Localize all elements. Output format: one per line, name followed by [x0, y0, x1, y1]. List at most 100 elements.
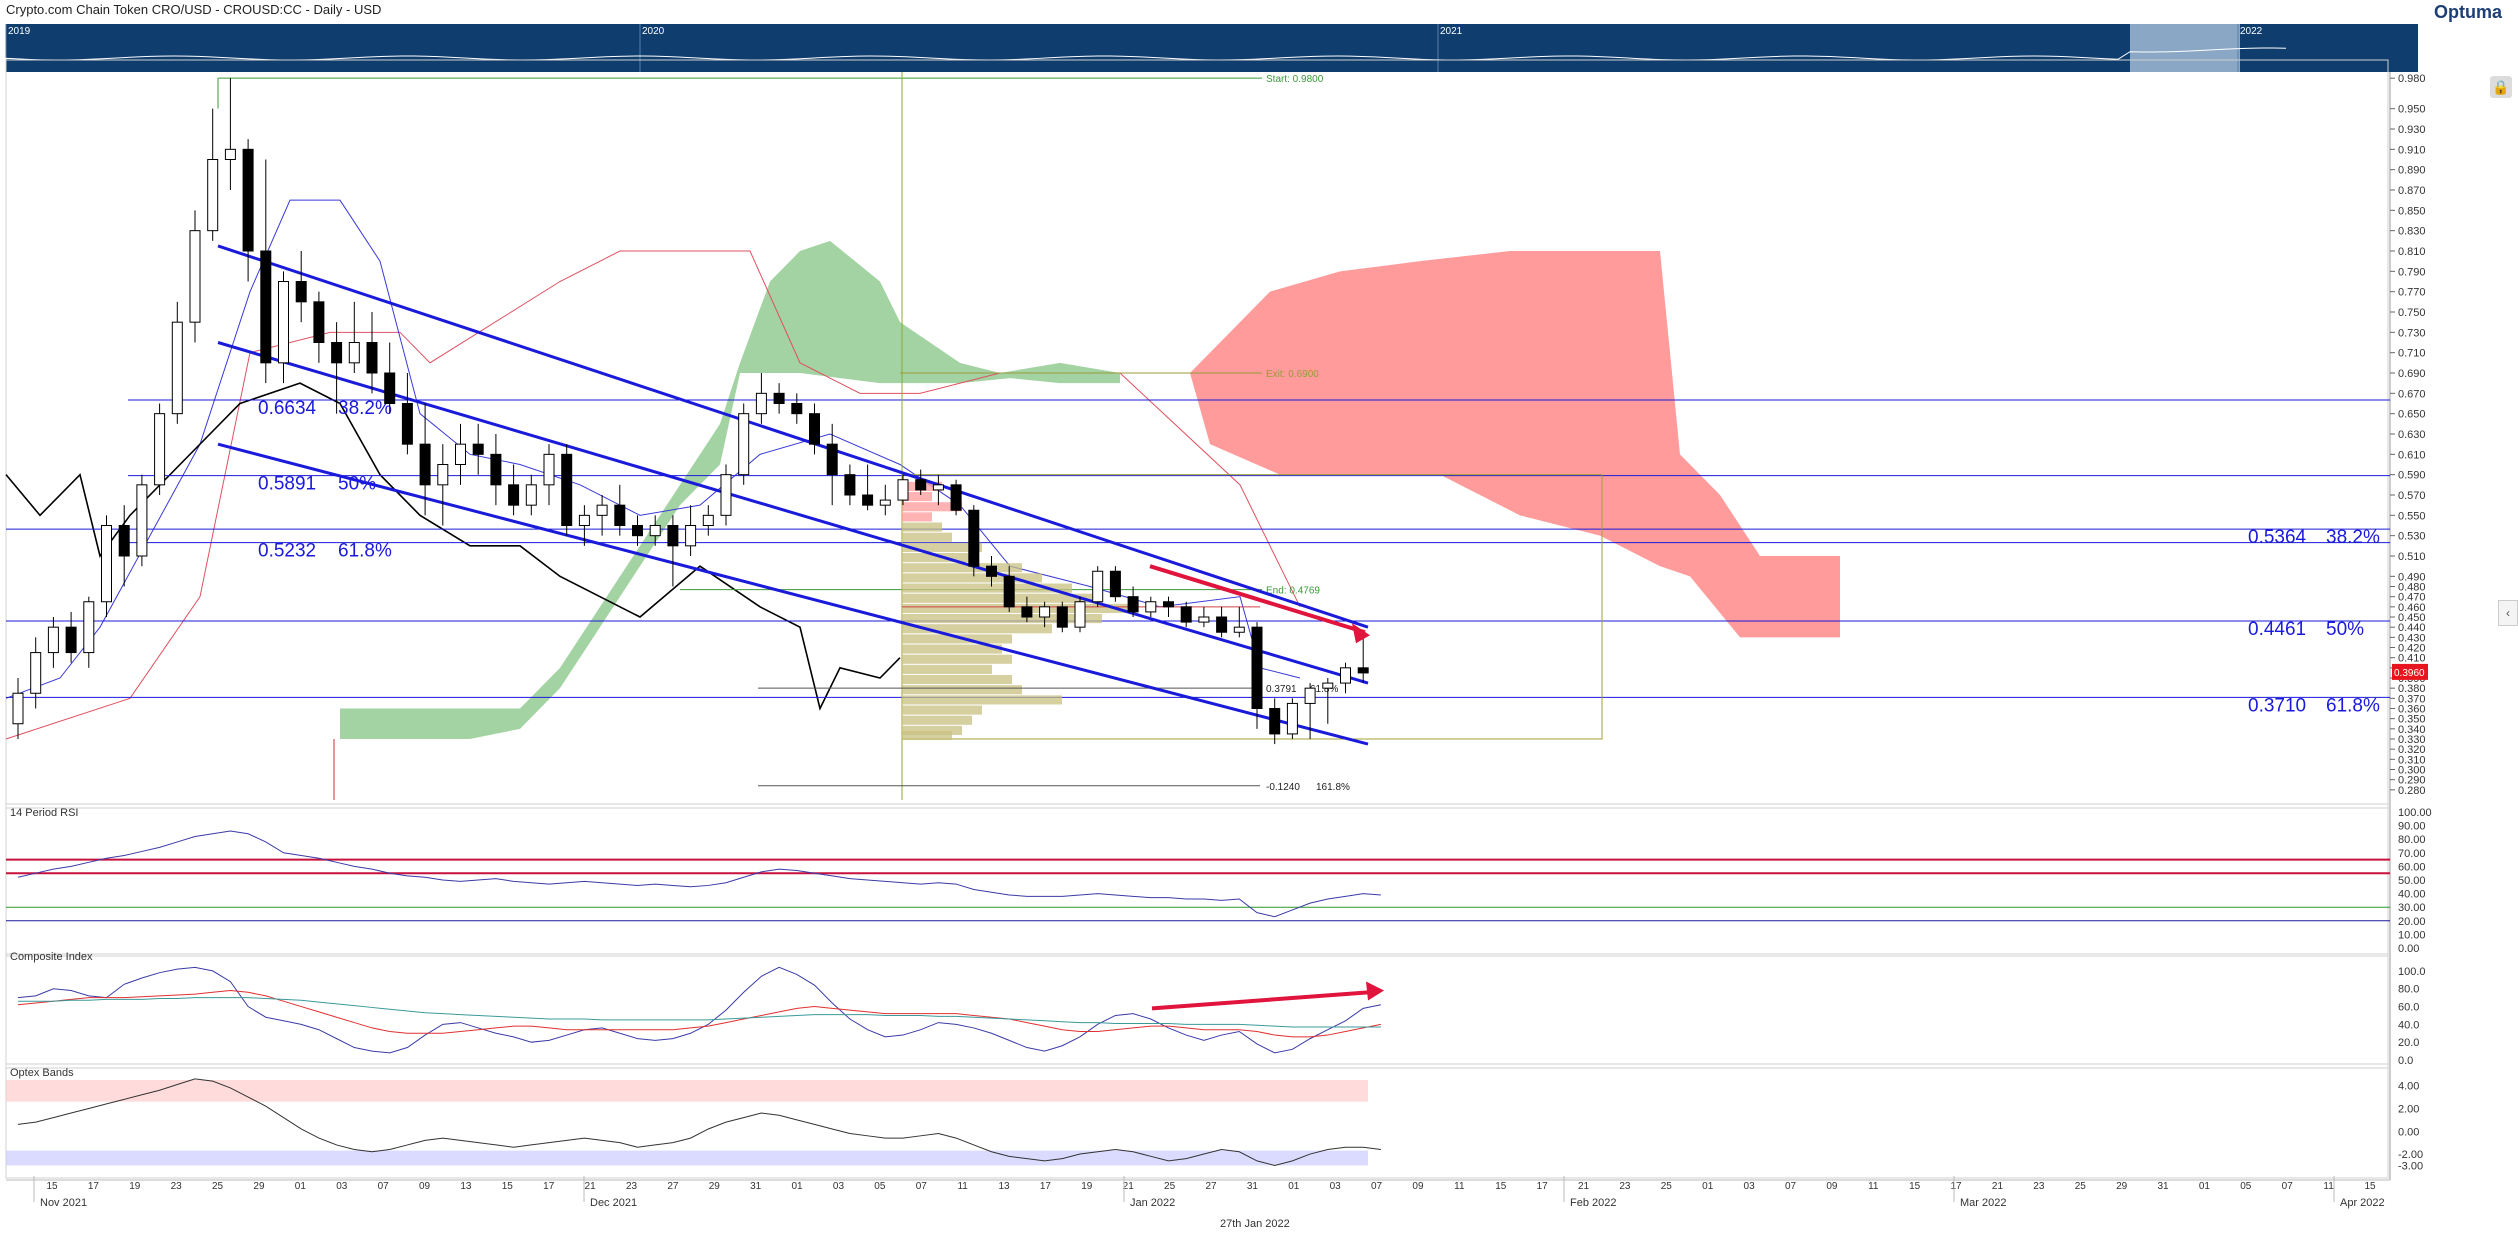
candle-body	[472, 443, 484, 455]
candle	[83, 596, 95, 668]
candle	[1092, 566, 1104, 607]
candle-body	[455, 443, 466, 465]
candle-body	[1180, 606, 1192, 623]
composite-tick: 100.0	[2398, 966, 2426, 978]
x-tick-label: 17	[1537, 1181, 1549, 1192]
candle-body	[1269, 708, 1281, 735]
candle	[1074, 596, 1086, 633]
candle-body	[1127, 596, 1139, 613]
month-label: Feb 2022	[1570, 1197, 1616, 1209]
candle-body	[1216, 616, 1228, 633]
composite-series-0	[17, 966, 1381, 1054]
y-tick-label: 0.770	[2398, 287, 2426, 299]
candle-body	[242, 148, 254, 252]
x-tick-label: 25	[2075, 1181, 2087, 1192]
x-tick-label: 27	[667, 1181, 679, 1192]
candle-body	[755, 392, 767, 415]
ichimoku-cloud-bear	[1190, 251, 1840, 638]
composite-tick: 0.0	[2398, 1055, 2413, 1067]
rsi-tick: 20.00	[2398, 916, 2426, 928]
x-tick-label: 29	[709, 1181, 721, 1192]
x-tick-label: 23	[2033, 1181, 2045, 1192]
candle	[720, 464, 732, 526]
kijun-line	[5, 250, 1301, 740]
candle-body	[826, 443, 838, 476]
x-tick-label: 05	[874, 1181, 886, 1192]
candle	[472, 423, 484, 475]
candle	[154, 403, 166, 495]
rsi-panel	[5, 803, 2389, 957]
volume-profile-bar	[902, 715, 972, 725]
x-tick-label: 15	[46, 1181, 58, 1192]
candle-body	[366, 342, 378, 374]
candle	[490, 434, 502, 506]
ext2-pct: 161.8%	[1316, 782, 1350, 793]
candle	[260, 159, 272, 384]
x-tick-label: 01	[1288, 1181, 1300, 1192]
optex-upper-band	[6, 1079, 1368, 1102]
y-tick-label: 0.950	[2398, 104, 2426, 116]
y-tick-label: 0.870	[2398, 185, 2426, 197]
rsi-tick: 40.00	[2398, 889, 2426, 901]
candle-body	[614, 504, 626, 526]
footer-date: 27th Jan 2022	[1220, 1218, 1290, 1230]
candle-body	[1357, 667, 1369, 674]
candle-body	[508, 484, 520, 506]
candle	[1322, 678, 1334, 724]
candle-body	[30, 652, 42, 694]
x-tick-label: 07	[2282, 1181, 2294, 1192]
x-tick-label: 01	[295, 1181, 307, 1192]
candle	[950, 479, 962, 516]
candle	[1180, 601, 1192, 628]
x-tick-label: 17	[1951, 1181, 1963, 1192]
candle	[401, 373, 413, 455]
candle	[667, 515, 679, 587]
candle-body	[401, 403, 413, 445]
optex-tick: 4.00	[2398, 1081, 2419, 1093]
x-tick-label: 29	[253, 1181, 265, 1192]
candle	[1198, 606, 1210, 628]
x-tick-label: 07	[916, 1181, 928, 1192]
candle	[437, 444, 449, 526]
month-label: Nov 2021	[40, 1197, 87, 1209]
volume-profile-bar	[902, 512, 932, 522]
rsi-tick: 80.00	[2398, 834, 2426, 846]
x-tick-label: 03	[1744, 1181, 1756, 1192]
candle-body	[65, 626, 77, 654]
navigator-bar	[6, 24, 2418, 72]
candle-body	[968, 509, 980, 567]
composite-tick: 20.0	[2398, 1037, 2419, 1049]
x-tick-label: 19	[1081, 1181, 1093, 1192]
candle-body	[1039, 606, 1051, 618]
y-tick-label: 0.790	[2398, 266, 2426, 278]
candle-body	[260, 250, 272, 364]
price-panel	[5, 59, 2389, 809]
rsi-tick: 60.00	[2398, 861, 2426, 873]
candle-body	[844, 474, 856, 496]
candle	[915, 469, 927, 495]
candle-body	[1145, 601, 1157, 613]
candle	[755, 373, 767, 424]
bull-divergence-arrow	[1151, 990, 1371, 1011]
candle-body	[561, 453, 573, 527]
candle	[1109, 566, 1121, 602]
candle	[561, 444, 573, 536]
volume-profile-bar	[902, 675, 1012, 685]
candle	[791, 393, 803, 424]
candle	[189, 210, 201, 343]
candle	[313, 291, 325, 363]
candle-body	[791, 403, 803, 415]
candle	[1003, 566, 1015, 612]
candle-body	[915, 479, 927, 491]
candle-body	[1304, 687, 1316, 704]
x-tick-label: 07	[1371, 1181, 1383, 1192]
volume-profile-bar	[902, 705, 982, 715]
x-tick-label: 17	[1040, 1181, 1052, 1192]
candle-body	[932, 484, 944, 491]
volume-profile-bar	[902, 664, 992, 674]
candle	[1163, 596, 1174, 617]
composite-tick: 40.0	[2398, 1019, 2419, 1031]
y-tick-label: 0.750	[2398, 307, 2426, 319]
x-tick-label: 11	[1454, 1181, 1465, 1192]
fib-label-value: 0.3710	[2248, 695, 2306, 716]
